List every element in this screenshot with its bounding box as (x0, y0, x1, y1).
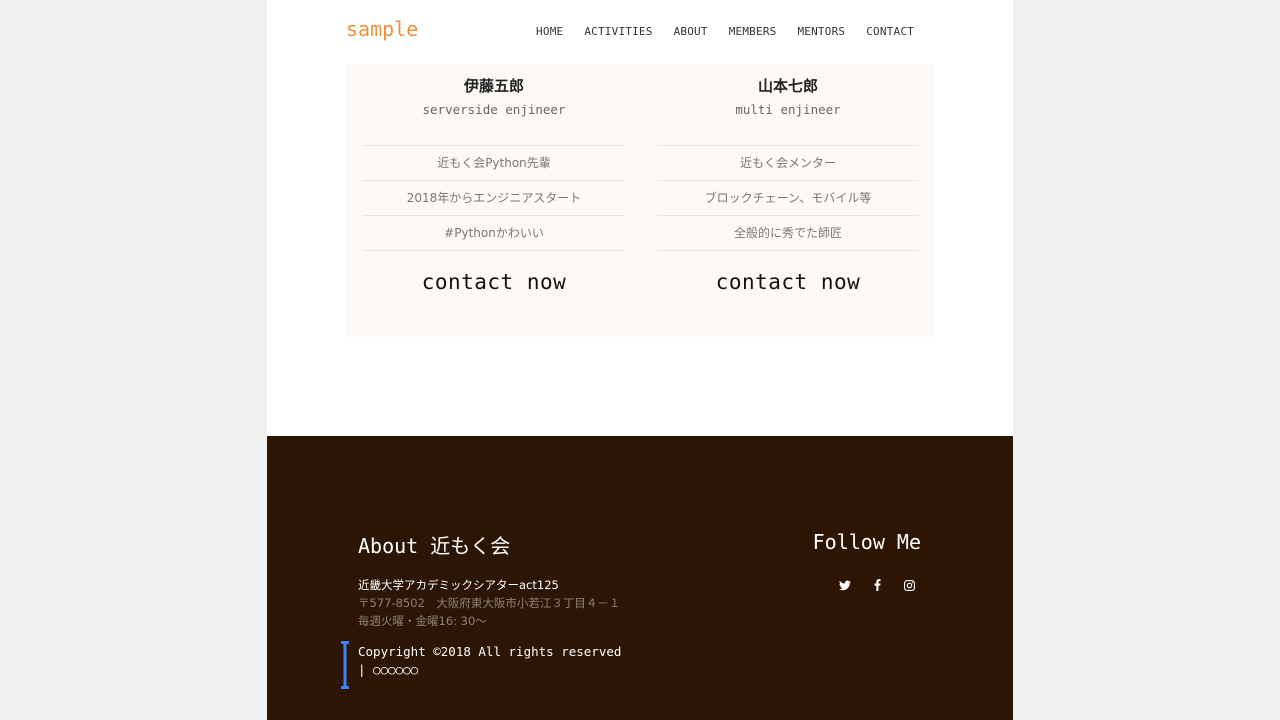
copyright-line: Copyright ©2018 All rights reserved (358, 644, 622, 659)
member-detail: 近もく会メンター (657, 146, 919, 181)
page: sample HOME ACTIVITIES ABOUT MEMBERS MEN… (267, 0, 1013, 720)
member-card: 山本七郎 multi enjineer 近もく会メンター ブロックチェーン、モバ… (657, 64, 919, 337)
text-cursor-icon (341, 641, 349, 689)
member-detail: #Pythonかわいい (363, 216, 625, 251)
member-details: 近もく会Python先輩 2018年からエンジニアスタート #Pythonかわい… (363, 145, 625, 251)
about-title: About 近もく会 (358, 534, 511, 558)
nav-activities[interactable]: ACTIVITIES (584, 25, 652, 38)
nav-mentors[interactable]: MENTORS (797, 25, 845, 38)
instagram-icon[interactable] (902, 577, 916, 593)
nav-members[interactable]: MEMBERS (729, 25, 777, 38)
meeting-schedule: 毎週火曜・金曜16: 30〜 (358, 614, 487, 628)
site-footer: About 近もく会 近畿大学アカデミックシアターact125 〒577-850… (267, 436, 1013, 720)
member-details: 近もく会メンター ブロックチェーン、モバイル等 全般的に秀でた師匠 (657, 145, 919, 251)
member-name: 山本七郎 (757, 77, 818, 95)
twitter-icon[interactable] (838, 577, 852, 593)
member-card: 伊藤五郎 serverside enjineer 近もく会Python先輩 20… (363, 64, 625, 337)
facebook-icon[interactable] (870, 577, 884, 593)
nav-contact[interactable]: CONTACT (866, 25, 914, 38)
nav-home[interactable]: HOME (536, 25, 563, 38)
copyright: Copyright ©2018 All rights reserved | ○○… (358, 643, 658, 679)
member-name: 伊藤五郎 (463, 77, 524, 95)
member-role: multi enjineer (735, 102, 841, 117)
member-cards: 伊藤五郎 serverside enjineer 近もく会Python先輩 20… (346, 64, 934, 337)
contact-now-button[interactable]: contact now (657, 270, 919, 294)
follow-title: Follow Me (812, 530, 921, 554)
site-header: sample HOME ACTIVITIES ABOUT MEMBERS MEN… (267, 0, 1013, 60)
social-links (838, 577, 916, 593)
address-venue: 近畿大学アカデミックシアターact125 (358, 578, 559, 592)
address-postal: 〒577-8502 大阪府東大阪市小若江３丁目４－１ (358, 596, 621, 610)
nav-about[interactable]: ABOUT (674, 25, 708, 38)
member-detail: ブロックチェーン、モバイル等 (657, 181, 919, 216)
copyright-owner: | ○○○○○○ (358, 662, 419, 677)
site-logo[interactable]: sample (346, 17, 418, 41)
member-detail: 近もく会Python先輩 (363, 146, 625, 181)
main-nav: HOME ACTIVITIES ABOUT MEMBERS MENTORS CO… (536, 25, 914, 38)
member-detail: 2018年からエンジニアスタート (363, 181, 625, 216)
contact-now-button[interactable]: contact now (363, 270, 625, 294)
member-role: serverside enjineer (422, 102, 566, 117)
member-detail: 全般的に秀でた師匠 (657, 216, 919, 251)
